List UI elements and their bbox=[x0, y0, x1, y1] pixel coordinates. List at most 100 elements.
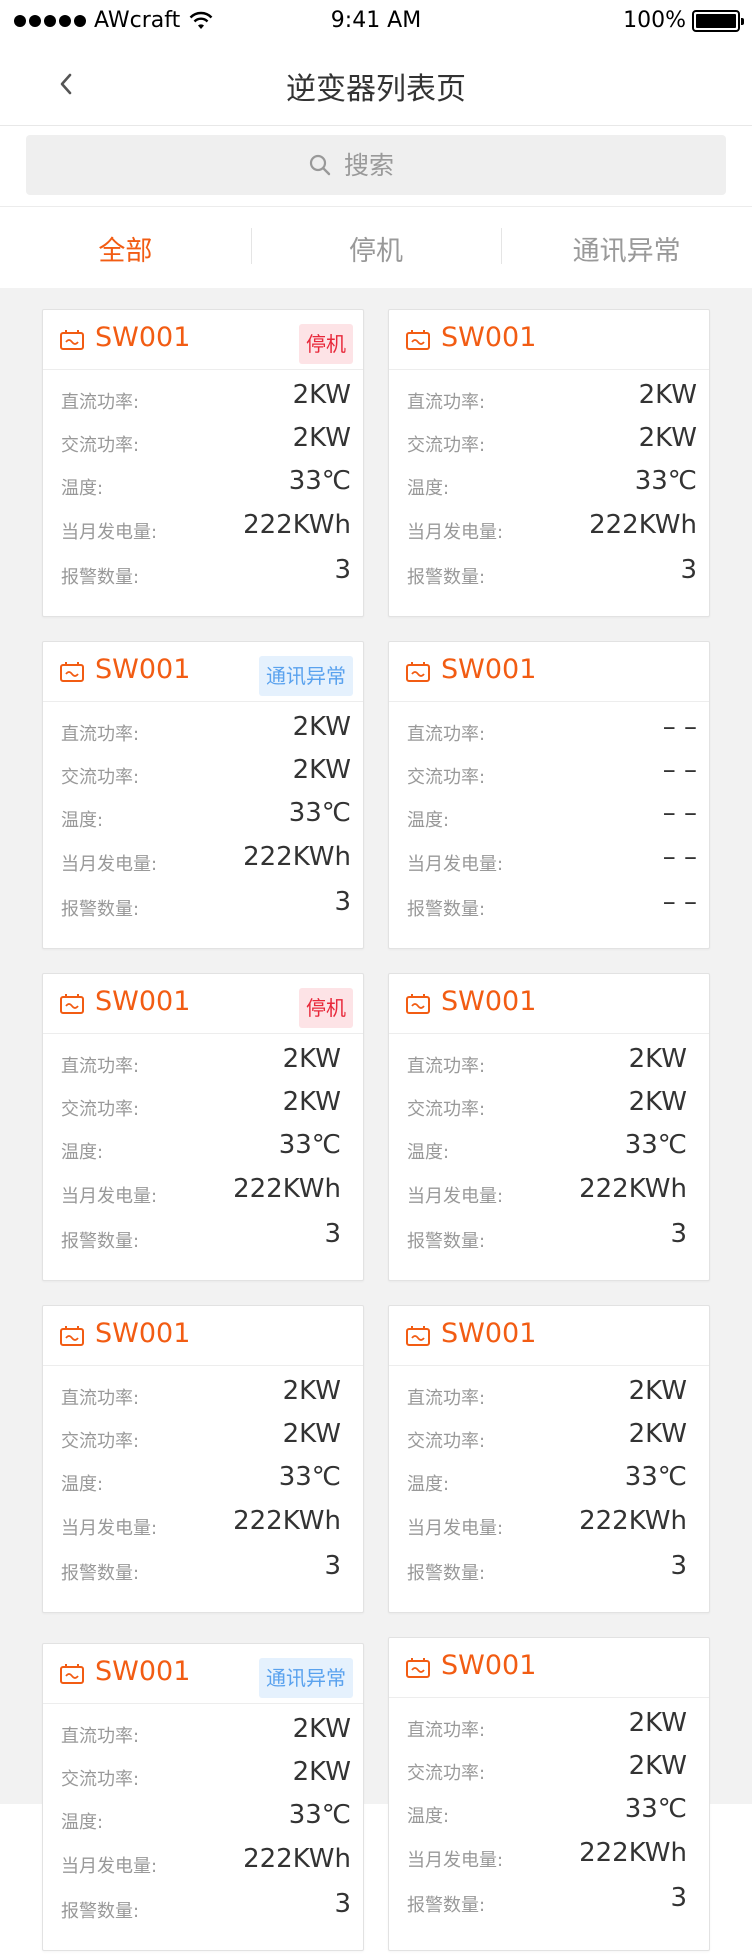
card-row-alarms: 报警数量: 3 bbox=[389, 553, 709, 593]
field-value: 2KW bbox=[282, 1087, 341, 1117]
card-row-temp: 温度: 33℃ bbox=[389, 1792, 709, 1832]
card-row-dc: 直流功率: 2KW bbox=[389, 1374, 709, 1414]
inverter-card[interactable]: SW001 直流功率: 2KW 交流功率: 2KW 温度: 33℃ 当月发电量: 222KWh 报… bbox=[388, 1305, 710, 1613]
status-bar: AWcraft 9:41 AM 100% bbox=[0, 0, 752, 40]
inverter-card[interactable]: SW001 直流功率: – – 交流功率: – – 温度: – – 当月发电量: – – 报警数量… bbox=[388, 641, 710, 949]
tab-stopped[interactable]: 停机 bbox=[250, 208, 502, 288]
tab-all[interactable]: 全部 bbox=[0, 208, 251, 288]
field-label: 报警数量: bbox=[407, 567, 486, 588]
field-value: – – bbox=[662, 712, 697, 742]
card-row-alarms: 报警数量: 3 bbox=[389, 1217, 709, 1257]
inverter-name: SW001 bbox=[441, 322, 537, 353]
card-row-ac: 交流功率: 2KW bbox=[43, 1417, 363, 1457]
card-row-gen: 当月发电量: 222KWh bbox=[43, 1172, 363, 1212]
inverter-name: SW001 bbox=[441, 654, 537, 685]
field-label: 温度: bbox=[407, 478, 450, 499]
field-value: – – bbox=[662, 887, 697, 917]
inverter-icon bbox=[60, 662, 84, 682]
card-row-dc: 直流功率: 2KW bbox=[389, 1042, 709, 1082]
field-value: 2KW bbox=[292, 380, 351, 410]
inverter-name: SW001 bbox=[95, 1656, 191, 1687]
field-value: 33℃ bbox=[288, 466, 351, 496]
inverter-card[interactable]: SW001 直流功率: 2KW 交流功率: 2KW 温度: 33℃ 当月发电量: 222KWh 报… bbox=[42, 1305, 364, 1613]
inverter-card[interactable]: SW001 通讯异常 直流功率: 2KW 交流功率: 2KW 温度: 33℃ 当月发电量: 222… bbox=[42, 641, 364, 949]
field-label: 直流功率: bbox=[407, 1720, 486, 1741]
status-bar-right: 100% bbox=[623, 8, 744, 33]
field-label: 交流功率: bbox=[407, 767, 486, 788]
tab-comm-error[interactable]: 通讯异常 bbox=[501, 208, 752, 288]
card-row-gen: 当月发电量: – – bbox=[389, 840, 709, 880]
inverter-name: SW001 bbox=[95, 1318, 191, 1349]
inverter-card[interactable]: SW001 停机 直流功率: 2KW 交流功率: 2KW 温度: 33℃ 当月发电量: 222KW… bbox=[42, 309, 364, 617]
field-value: 2KW bbox=[292, 423, 351, 453]
field-value: 2KW bbox=[282, 1376, 341, 1406]
card-row-ac: 交流功率: – – bbox=[389, 753, 709, 793]
field-value: 222KWh bbox=[589, 510, 697, 540]
field-value: 33℃ bbox=[288, 1800, 351, 1830]
field-value: 2KW bbox=[628, 1708, 687, 1738]
field-value: 222KWh bbox=[579, 1174, 687, 1204]
field-value: 222KWh bbox=[243, 842, 351, 872]
card-row-alarms: 报警数量: – – bbox=[389, 885, 709, 925]
field-label: 交流功率: bbox=[407, 435, 486, 456]
field-label: 当月发电量: bbox=[61, 522, 158, 543]
field-label: 直流功率: bbox=[61, 1056, 140, 1077]
field-label: 当月发电量: bbox=[61, 1518, 158, 1539]
field-value: 2KW bbox=[292, 712, 351, 742]
field-label: 报警数量: bbox=[407, 1231, 486, 1252]
field-value: – – bbox=[662, 842, 697, 872]
search-icon bbox=[309, 154, 331, 176]
battery-icon bbox=[692, 9, 744, 32]
inverter-icon bbox=[406, 1326, 430, 1346]
field-label: 温度: bbox=[407, 810, 450, 831]
field-value: 2KW bbox=[292, 755, 351, 785]
field-label: 报警数量: bbox=[61, 1563, 140, 1584]
field-value: 2KW bbox=[628, 1751, 687, 1781]
card-header: SW001 bbox=[389, 1638, 709, 1698]
field-label: 直流功率: bbox=[61, 1726, 140, 1747]
search-box[interactable] bbox=[26, 135, 726, 195]
card-header: SW001 bbox=[389, 974, 709, 1034]
inverter-card[interactable]: SW001 通讯异常 直流功率: 2KW 交流功率: 2KW 温度: 33℃ 当月发电量: 222… bbox=[42, 1643, 364, 1951]
inverter-card[interactable]: SW001 停机 直流功率: 2KW 交流功率: 2KW 温度: 33℃ 当月发电量: 222KW… bbox=[42, 973, 364, 1281]
card-row-alarms: 报警数量: 3 bbox=[389, 1549, 709, 1589]
card-row-alarms: 报警数量: 3 bbox=[389, 1881, 709, 1921]
card-row-ac: 交流功率: 2KW bbox=[43, 1755, 363, 1795]
field-label: 直流功率: bbox=[61, 724, 140, 745]
field-value: 222KWh bbox=[243, 510, 351, 540]
card-row-dc: 直流功率: 2KW bbox=[43, 1374, 363, 1414]
card-row-ac: 交流功率: 2KW bbox=[389, 1417, 709, 1457]
field-value: 2KW bbox=[282, 1044, 341, 1074]
inverter-icon bbox=[406, 662, 430, 682]
inverter-icon bbox=[60, 1326, 84, 1346]
card-row-temp: 温度: 33℃ bbox=[43, 1798, 363, 1838]
field-label: 温度: bbox=[61, 478, 104, 499]
field-value: 3 bbox=[670, 1883, 687, 1913]
field-value: 2KW bbox=[628, 1419, 687, 1449]
card-row-gen: 当月发电量: 222KWh bbox=[389, 1504, 709, 1544]
card-row-gen: 当月发电量: 222KWh bbox=[43, 1842, 363, 1882]
card-row-temp: 温度: 33℃ bbox=[43, 1128, 363, 1168]
field-value: 222KWh bbox=[233, 1174, 341, 1204]
card-row-temp: 温度: 33℃ bbox=[389, 1128, 709, 1168]
inverter-icon bbox=[406, 1658, 430, 1678]
field-label: 温度: bbox=[407, 1806, 450, 1827]
card-row-temp: 温度: 33℃ bbox=[43, 796, 363, 836]
card-header: SW001 通讯异常 bbox=[43, 1644, 363, 1704]
inverter-name: SW001 bbox=[95, 322, 191, 353]
inverter-card[interactable]: SW001 直流功率: 2KW 交流功率: 2KW 温度: 33℃ 当月发电量: 222KWh 报… bbox=[388, 1637, 710, 1951]
field-label: 交流功率: bbox=[61, 435, 140, 456]
card-row-dc: 直流功率: 2KW bbox=[43, 1042, 363, 1082]
field-value: 222KWh bbox=[579, 1838, 687, 1868]
field-value: 33℃ bbox=[278, 1462, 341, 1492]
inverter-card[interactable]: SW001 直流功率: 2KW 交流功率: 2KW 温度: 33℃ 当月发电量: 222KWh 报… bbox=[388, 973, 710, 1281]
field-label: 交流功率: bbox=[407, 1431, 486, 1452]
inverter-card[interactable]: SW001 直流功率: 2KW 交流功率: 2KW 温度: 33℃ 当月发电量: 222KWh 报… bbox=[388, 309, 710, 617]
search-input[interactable] bbox=[344, 150, 444, 180]
field-label: 温度: bbox=[61, 1812, 104, 1833]
field-label: 当月发电量: bbox=[407, 522, 504, 543]
field-value: 3 bbox=[670, 1551, 687, 1581]
field-value: – – bbox=[662, 798, 697, 828]
field-label: 直流功率: bbox=[407, 1056, 486, 1077]
field-label: 当月发电量: bbox=[407, 854, 504, 875]
